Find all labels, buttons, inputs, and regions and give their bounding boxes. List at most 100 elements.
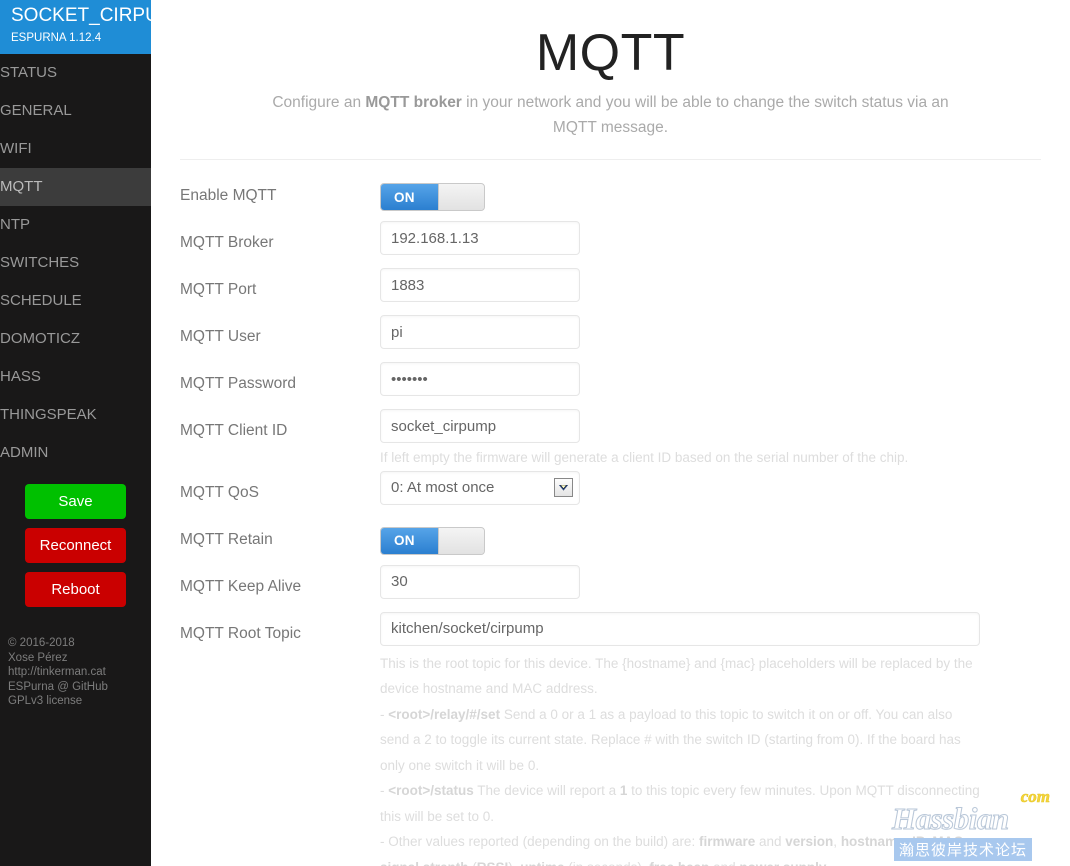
help-4-t3: , xyxy=(904,834,913,849)
help-4-prefix: - Other values reported (depending on th… xyxy=(380,834,699,849)
save-button[interactable]: Save xyxy=(25,484,126,519)
help-4-b1: firmware xyxy=(698,834,756,849)
sidebar-item-wifi[interactable]: WIFI xyxy=(0,130,151,168)
sidebar-item-status[interactable]: STATUS xyxy=(0,54,151,92)
sidebar-item-switches[interactable]: SWITCHES xyxy=(0,244,151,282)
mqtt-keep-alive-input[interactable] xyxy=(380,564,580,599)
help-4-b7: RSSI xyxy=(477,860,509,866)
mqtt-client-id-input[interactable] xyxy=(380,409,580,443)
control-mqtt-keep-alive xyxy=(380,564,1041,599)
help-3-prefix: - xyxy=(380,783,389,798)
sidebar-item-label: STATUS xyxy=(0,64,57,81)
sidebar-item-hass[interactable]: HASS xyxy=(0,358,151,396)
client-id-hint: If left empty the firmware will generate… xyxy=(380,450,909,465)
reconnect-button[interactable]: Reconnect xyxy=(25,528,126,563)
sidebar-brand[interactable]: SOCKET_CIRPUMP ESPURNA 1.12.4 xyxy=(0,0,151,54)
form-row-qos: MQTT QoS 0: At most once xyxy=(180,470,1041,518)
help-4-t7: ), xyxy=(508,860,520,866)
help-4-b10: power supply xyxy=(739,860,826,866)
enable-mqtt-toggle[interactable]: ON xyxy=(380,183,485,211)
page-title: MQTT xyxy=(535,24,686,82)
help-4-t2: , xyxy=(833,834,841,849)
sidebar-nav: STATUS GENERAL WIFI MQTT NTP SWITCHES SCHEDULE… xyxy=(0,54,151,472)
help-paragraph-3: - <root>/status The device will report a… xyxy=(380,778,980,829)
mqtt-qos-select[interactable]: 0: At most once xyxy=(380,470,580,505)
control-mqtt-root-topic: This is the root topic for this device. … xyxy=(380,611,1041,866)
label-mqtt-broker: MQTT Broker xyxy=(180,234,274,251)
label-mqtt-qos: MQTT QoS xyxy=(180,483,259,501)
form-row-enable-mqtt: Enable MQTT ON xyxy=(180,174,1041,221)
subtitle-part-1: Configure an xyxy=(272,94,366,111)
sidebar-item-thingspeak[interactable]: THINGSPEAK xyxy=(0,396,151,434)
label-mqtt-password: MQTT Password xyxy=(180,375,296,392)
mqtt-retain-toggle-state: ON xyxy=(381,527,438,554)
form-row-port: MQTT Port xyxy=(180,268,1041,315)
form-row-client-id: MQTT Client ID If left empty the firmwar… xyxy=(180,409,1041,471)
help-paragraph-2: - <root>/relay/#/set Send a 0 or a 1 as … xyxy=(380,702,980,779)
control-mqtt-password xyxy=(380,362,1041,396)
footer-copyright: © 2016-2018 xyxy=(8,637,75,649)
sidebar-item-ntp[interactable]: NTP xyxy=(0,206,151,244)
page-subtitle: Configure an MQTT broker in your network… xyxy=(253,90,968,140)
footer-website-link[interactable]: http://tinkerman.cat xyxy=(8,665,143,680)
mqtt-user-input[interactable] xyxy=(380,315,580,349)
mqtt-port-input[interactable] xyxy=(380,268,580,302)
mqtt-password-input[interactable] xyxy=(380,362,580,396)
sidebar-item-mqtt[interactable]: MQTT xyxy=(0,168,151,206)
form-row-keep-alive: MQTT Keep Alive xyxy=(180,564,1041,612)
enable-mqtt-toggle-knob xyxy=(438,184,484,210)
form-row-retain: MQTT Retain ON xyxy=(180,518,1041,565)
sidebar: SOCKET_CIRPUMP ESPURNA 1.12.4 STATUS GENE… xyxy=(0,0,151,866)
enable-mqtt-toggle-state: ON xyxy=(381,184,438,210)
help-3-topic: <root>/status xyxy=(388,783,474,798)
footer-author: Xose Pérez xyxy=(8,651,68,664)
sidebar-footer: © 2016-2018 Xose Pérez http://tinkerman.… xyxy=(0,636,151,709)
help-4-t6: ( xyxy=(469,860,477,866)
help-4-b4: IP xyxy=(912,834,925,849)
help-4-b3: hostname xyxy=(840,834,905,849)
help-paragraph-4: - Other values reported (depending on th… xyxy=(380,829,980,866)
control-mqtt-broker xyxy=(380,221,1041,255)
label-mqtt-retain: MQTT Retain xyxy=(180,530,273,548)
control-mqtt-client-id: If left empty the firmware will generate… xyxy=(380,409,1041,471)
chevron-down-icon[interactable] xyxy=(554,478,573,497)
control-enable-mqtt: ON xyxy=(380,174,1041,211)
help-4-b5: MAC xyxy=(932,834,964,849)
sidebar-item-admin[interactable]: ADMIN xyxy=(0,434,151,472)
form-row-broker: MQTT Broker xyxy=(180,221,1041,268)
sidebar-item-label: HASS xyxy=(0,368,41,385)
mqtt-retain-toggle[interactable]: ON xyxy=(380,526,485,555)
subtitle-part-2: in your network and you will be able to … xyxy=(461,94,949,136)
label-mqtt-root-topic: MQTT Root Topic xyxy=(180,624,301,642)
label-mqtt-keep-alive: MQTT Keep Alive xyxy=(180,577,302,595)
reboot-button[interactable]: Reboot xyxy=(25,572,126,607)
control-mqtt-qos: 0: At most once xyxy=(380,470,1041,505)
mqtt-form: Enable MQTT ON MQTT Broker MQTT Port xyxy=(151,160,1070,866)
sidebar-actions: Save Reconnect Reboot xyxy=(0,472,151,616)
mqtt-root-topic-input[interactable] xyxy=(380,611,980,646)
help-4-b2: version xyxy=(785,834,834,849)
sidebar-item-domoticz[interactable]: DOMOTICZ xyxy=(0,320,151,358)
help-4-b9: free heap xyxy=(649,860,709,866)
device-name: SOCKET_CIRPUMP xyxy=(11,5,151,26)
sidebar-item-label: WIFI xyxy=(0,140,32,157)
help-4-t9: and xyxy=(709,860,739,866)
root-topic-help: This is the root topic for this device. … xyxy=(380,651,980,866)
sidebar-item-label: NTP xyxy=(0,216,30,233)
sidebar-item-schedule[interactable]: SCHEDULE xyxy=(0,282,151,320)
mqtt-broker-input[interactable] xyxy=(380,221,580,255)
sidebar-item-label: MQTT xyxy=(0,178,43,195)
sidebar-item-label: THINGSPEAK xyxy=(0,406,97,423)
subtitle-bold: MQTT broker xyxy=(365,94,462,111)
footer-license: GPLv3 license xyxy=(8,695,83,707)
help-paragraph-1: This is the root topic for this device. … xyxy=(380,655,973,697)
footer-github-link[interactable]: ESPurna @ GitHub xyxy=(8,680,143,695)
sidebar-item-general[interactable]: GENERAL xyxy=(0,92,151,130)
sidebar-item-label: SWITCHES xyxy=(0,254,80,271)
label-mqtt-user: MQTT User xyxy=(180,328,261,345)
label-enable-mqtt: Enable MQTT xyxy=(180,187,277,204)
mqtt-qos-selected-value: 0: At most once xyxy=(391,479,495,496)
mqtt-retain-toggle-knob xyxy=(438,527,484,554)
help-4-b8: uptime xyxy=(520,860,564,866)
help-4-t5: , xyxy=(963,834,967,849)
